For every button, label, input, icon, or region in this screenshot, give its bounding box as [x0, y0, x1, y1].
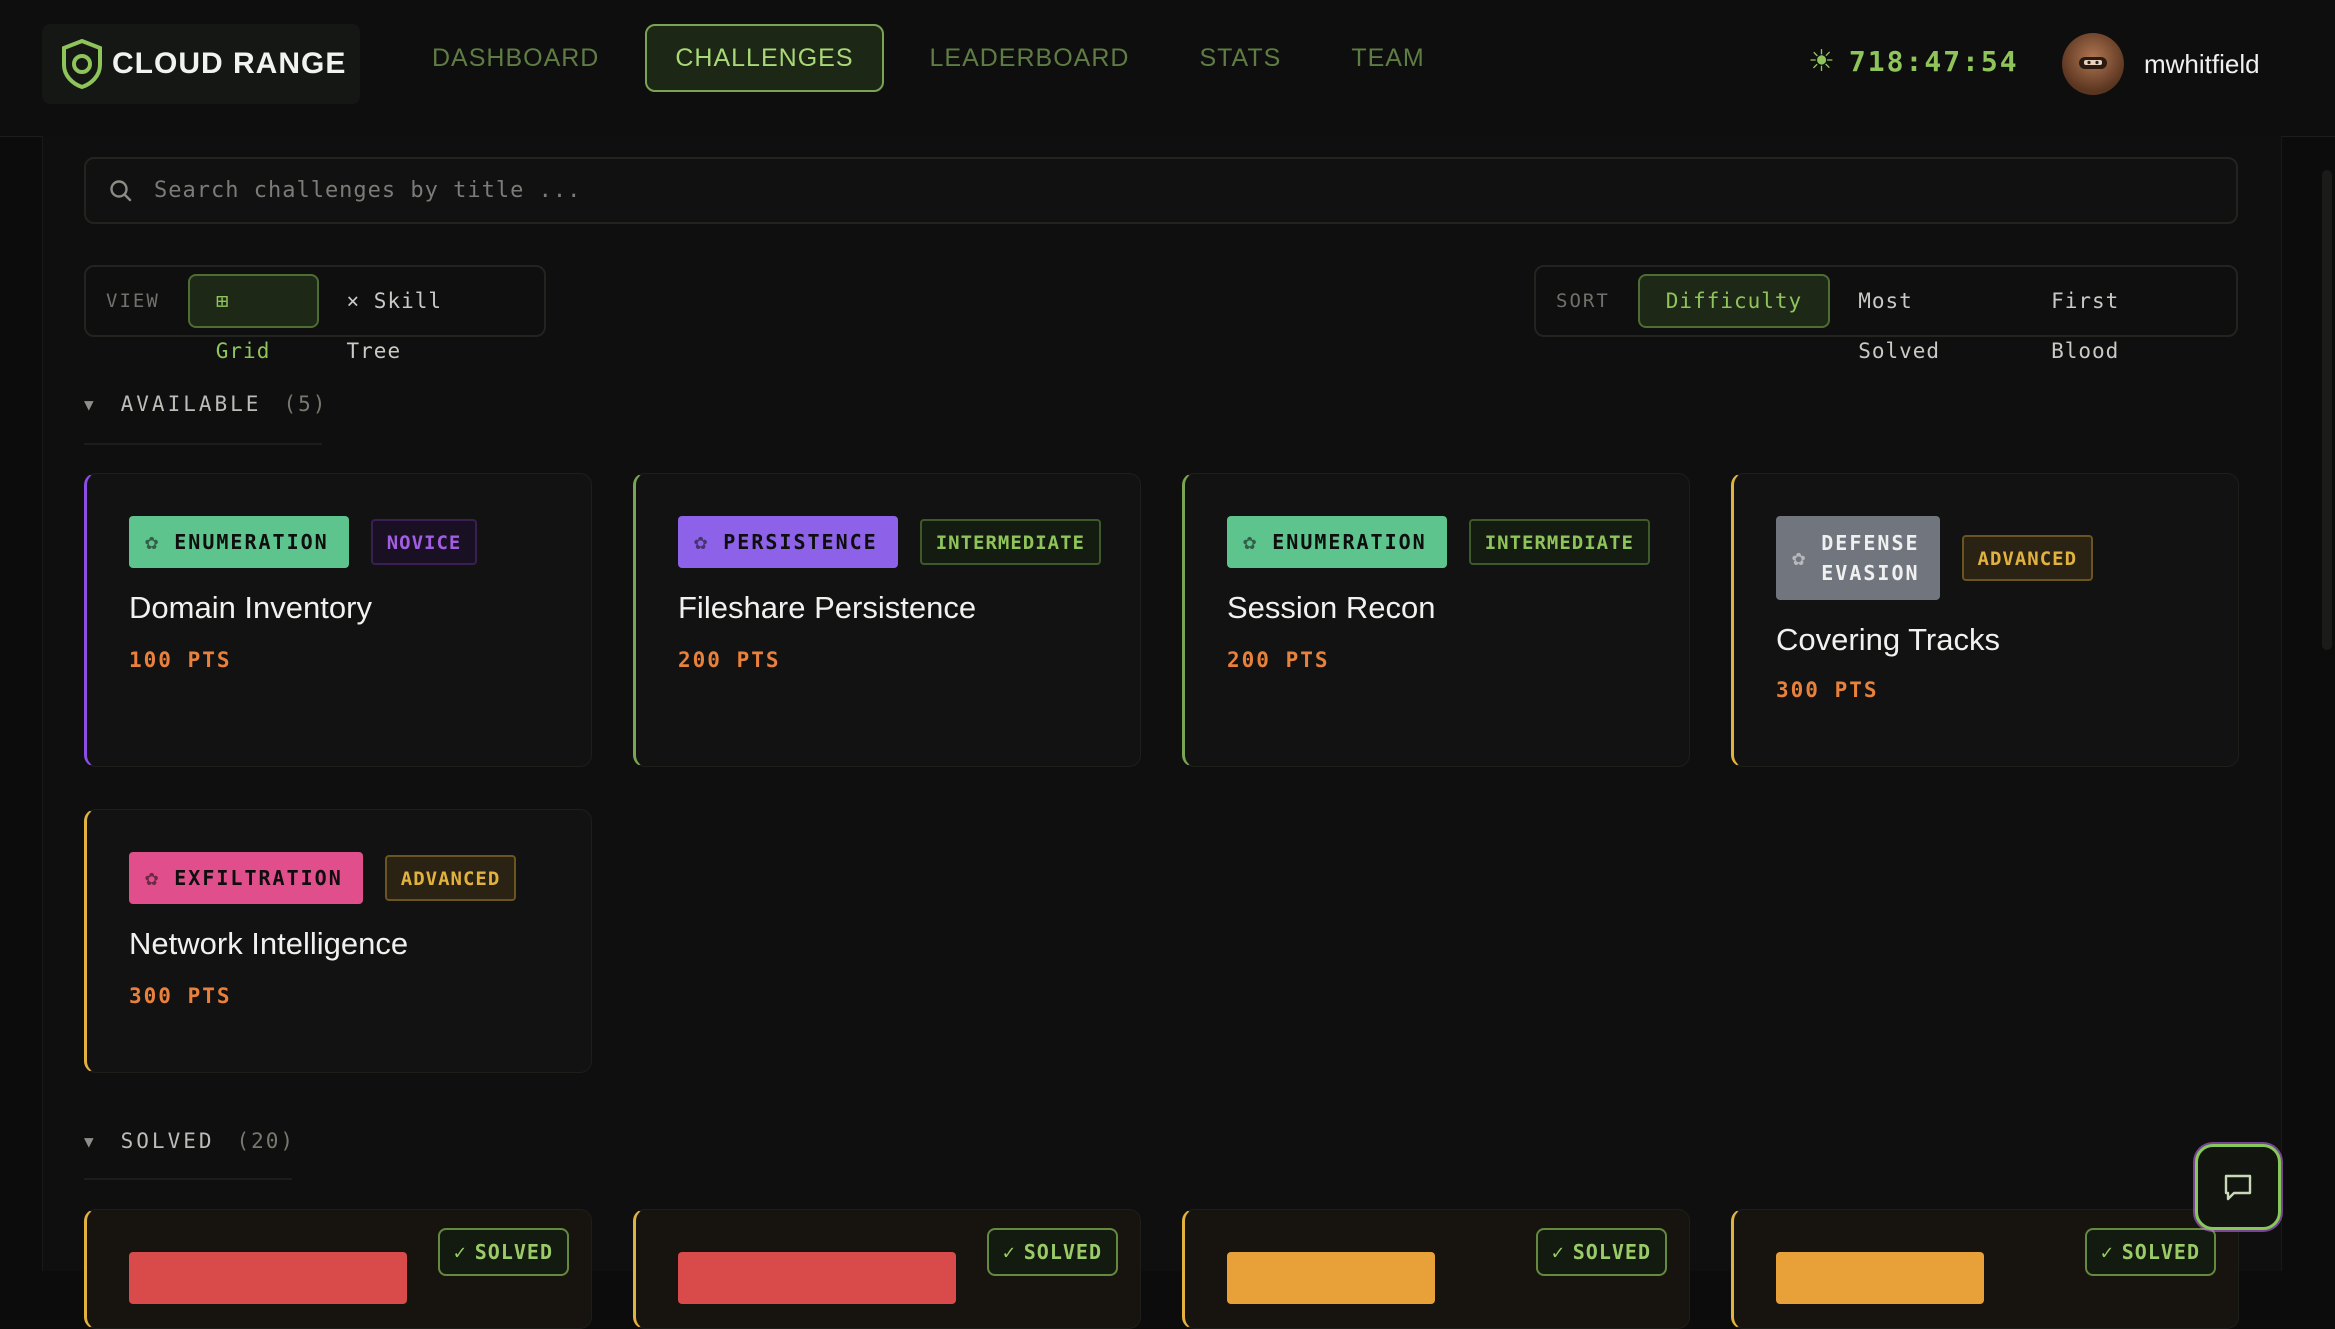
sort-toggle: SORT Difficulty Most Solved First Blood [1534, 265, 2238, 363]
difficulty-tag: INTERMEDIATE [1468, 519, 1650, 565]
chat-button[interactable] [2195, 1144, 2281, 1230]
challenge-points: 200 PTS [678, 648, 781, 672]
challenge-points: 300 PTS [129, 984, 232, 1008]
section-divider [84, 443, 322, 445]
view-toggle: VIEW ⊞ Grid × Skill Tree [84, 265, 546, 363]
nav-team[interactable]: TEAM [1327, 24, 1448, 92]
category-tag: ✿ EXFILTRATION [129, 852, 363, 904]
challenge-title: Session Recon [1227, 590, 1436, 625]
nav-challenges[interactable]: CHALLENGES [645, 24, 884, 92]
check-circle-icon: ✓ [2100, 1240, 2114, 1264]
challenge-title: Fileshare Persistence [678, 590, 977, 625]
challenge-card-network-intelligence[interactable]: ✿ EXFILTRATION ADVANCED Network Intellige… [84, 809, 592, 1073]
scrollbar-thumb[interactable] [2322, 170, 2332, 650]
view-grid-button[interactable]: ⊞ Grid [187, 274, 319, 363]
view-skill-tree-button[interactable]: × Skill Tree [319, 274, 524, 363]
check-circle-icon: ✓ [1002, 1240, 1016, 1264]
category-tag: ✿ PERSISTENCE [678, 516, 898, 568]
solved-badge: ✓ SOLVED [986, 1228, 1118, 1276]
sun-icon: ☀ [1808, 45, 1835, 78]
solved-challenge-card[interactable]: ✓ SOLVED [633, 1209, 1141, 1329]
challenge-card-session-recon[interactable]: ✿ ENUMERATION INTERMEDIATE Session Recon … [1182, 473, 1690, 767]
puzzle-icon: ✿ [694, 529, 710, 555]
category-tag [1776, 1252, 1984, 1304]
brand-logo[interactable]: CLOUD RANGE [42, 24, 360, 104]
search-input[interactable] [152, 177, 2056, 204]
sort-difficulty-button[interactable]: Difficulty [1637, 274, 1831, 328]
challenge-title: Covering Tracks [1776, 622, 2000, 657]
difficulty-tag: ADVANCED [1961, 535, 2094, 581]
category-tag [1227, 1252, 1435, 1304]
shield-logo-icon [62, 39, 102, 89]
challenge-card-covering-tracks[interactable]: ✿ DEFENSE EVASION ADVANCED Covering Tracks… [1731, 473, 2239, 767]
ninja-avatar-icon [2079, 57, 2107, 69]
available-label: AVAILABLE [120, 392, 262, 416]
nav-leaderboard[interactable]: LEADERBOARD [906, 24, 1154, 92]
category-tag [678, 1252, 956, 1304]
available-count: (5) [283, 392, 328, 416]
solved-badge: ✓ SOLVED [1535, 1228, 1667, 1276]
search-bar [84, 157, 2238, 224]
sort-first-blood-button[interactable]: First Blood [2023, 274, 2216, 363]
sort-label: SORT [1556, 290, 1610, 312]
challenge-card-domain-inventory[interactable]: ✿ ENUMERATION NOVICE Domain Inventory 100… [84, 473, 592, 767]
difficulty-tag: INTERMEDIATE [919, 519, 1101, 565]
challenge-points: 300 PTS [1776, 678, 1879, 702]
puzzle-icon: ✿ [145, 529, 161, 555]
main-nav: DASHBOARD CHALLENGES LEADERBOARD STATS T… [408, 24, 1471, 92]
avatar[interactable] [2062, 33, 2124, 95]
solved-section-header[interactable]: ▼ SOLVED (20) [84, 1129, 295, 1153]
section-divider [84, 1178, 292, 1180]
challenge-card-fileshare-persistence[interactable]: ✿ PERSISTENCE INTERMEDIATE Fileshare Pers… [633, 473, 1141, 767]
countdown-timer: ☀ 718:47:54 [1808, 44, 2019, 79]
solved-count: (20) [236, 1129, 296, 1153]
chat-bubble-icon [2224, 1174, 2252, 1201]
view-label: VIEW [106, 290, 160, 312]
puzzle-icon: ✿ [1243, 529, 1259, 555]
challenge-points: 100 PTS [129, 648, 232, 672]
solved-challenge-card[interactable]: ✓ SOLVED [84, 1209, 592, 1329]
collapse-caret-icon: ▼ [84, 1131, 97, 1151]
category-tag [129, 1252, 407, 1304]
category-tag: ✿ ENUMERATION [129, 516, 349, 568]
challenge-points: 200 PTS [1227, 648, 1330, 672]
user-menu[interactable]: mwhitfield [2062, 33, 2260, 95]
category-tag: ✿ ENUMERATION [1227, 516, 1447, 568]
search-icon [110, 179, 132, 201]
solved-badge: ✓ SOLVED [437, 1228, 569, 1276]
challenge-title: Domain Inventory [129, 590, 372, 625]
solved-label: SOLVED [120, 1129, 215, 1153]
difficulty-tag: NOVICE [370, 519, 478, 565]
challenge-title: Network Intelligence [129, 926, 409, 961]
check-circle-icon: ✓ [1551, 1240, 1565, 1264]
nav-stats[interactable]: STATS [1175, 24, 1305, 92]
puzzle-icon: ✿ [1792, 545, 1808, 571]
category-tag: ✿ DEFENSE EVASION [1776, 516, 1940, 600]
solved-challenge-card[interactable]: ✓ SOLVED [1182, 1209, 1690, 1329]
sort-most-solved-button[interactable]: Most Solved [1830, 274, 2023, 363]
brand-name: CLOUD RANGE [112, 47, 347, 80]
difficulty-tag: ADVANCED [384, 855, 517, 901]
username: mwhitfield [2144, 48, 2260, 79]
check-circle-icon: ✓ [453, 1240, 467, 1264]
top-navigation-bar: CLOUD RANGE DASHBOARD CHALLENGES LEADERB… [0, 0, 2335, 137]
timer-value: 718:47:54 [1848, 45, 2019, 78]
solved-badge: ✓ SOLVED [2084, 1228, 2216, 1276]
puzzle-icon: ✿ [145, 865, 161, 891]
available-section-header[interactable]: ▼ AVAILABLE (5) [84, 392, 327, 416]
nav-dashboard[interactable]: DASHBOARD [408, 24, 623, 92]
collapse-caret-icon: ▼ [84, 394, 97, 414]
solved-challenge-card[interactable]: ✓ SOLVED [1731, 1209, 2239, 1329]
